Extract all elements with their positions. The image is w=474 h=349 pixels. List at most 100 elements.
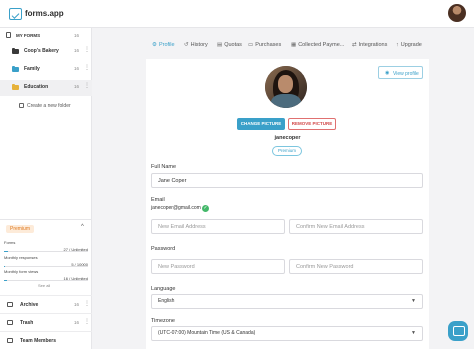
my-forms-count: 16 (74, 33, 80, 38)
verified-check-icon: ✓ (202, 205, 209, 212)
folder-count: 16 (74, 66, 80, 71)
sidebar-item-label: Trash (20, 320, 34, 326)
my-forms-header[interactable]: MY FORMS 16 (0, 28, 92, 42)
tab-integrations[interactable]: ⇄ Integrations (352, 36, 387, 56)
usage-name: Forms (4, 240, 16, 245)
tab-collected-payments[interactable]: ▦ Collected Payme... (291, 36, 344, 56)
upgrade-icon: ↑ (396, 42, 399, 48)
premium-badge: Premium (6, 225, 35, 233)
tab-upgrade[interactable]: ↑ Upgrade (396, 36, 422, 56)
timezone-value: (UTC-07:00) Mountain Time (US & Canada) (158, 330, 256, 336)
new-password-field[interactable] (151, 259, 285, 274)
integrations-icon: ⇄ (352, 42, 357, 48)
usage-bar (4, 280, 88, 281)
view-profile-button[interactable]: ◉ View profile (378, 66, 423, 79)
archive-icon (7, 302, 13, 307)
quotas-icon: ▤ (217, 42, 223, 48)
sidebar-folder-family[interactable]: Family 16 ⋮ (0, 62, 92, 78)
folder-count: 16 (74, 48, 80, 53)
chat-support-button[interactable] (448, 321, 468, 341)
view-profile-label: View profile (393, 70, 419, 77)
usage-forms: Forms 27 / Unlimited (4, 240, 88, 255)
more-options-icon[interactable]: ⋮ (84, 83, 90, 89)
usage-bar (4, 251, 88, 252)
tab-profile[interactable]: ⚙ Profile (152, 36, 175, 56)
more-options-icon[interactable]: ⋮ (84, 319, 90, 325)
payment-icon: ▦ (291, 42, 297, 48)
chevron-down-icon: ▼ (411, 298, 416, 304)
brand-name[interactable]: forms.app (25, 9, 64, 18)
language-label: Language (151, 286, 176, 292)
profile-panel: ◉ View profile CHANGE PICTURE REMOVE PIC… (146, 59, 429, 349)
settings-tabs: ⚙ Profile ↺ History ▤ Quotas ▭ Purchases ▦ Co… (146, 36, 429, 56)
add-folder-icon (19, 103, 24, 108)
usage-bar-fill (4, 280, 7, 281)
tab-label: Upgrade (400, 42, 422, 48)
confirm-email-field[interactable] (289, 219, 423, 234)
language-select[interactable]: English ▼ (151, 294, 423, 309)
sidebar-item-team-members[interactable]: Team Members (0, 331, 92, 349)
sidebar-folder-education[interactable]: Education 16 ⋮ (0, 80, 92, 96)
more-options-icon[interactable]: ⋮ (84, 301, 90, 307)
email-value: janecoper@gmail.com (151, 205, 201, 211)
usage-monthly-form-views: Monthly form views 16 / Unlimited (4, 269, 88, 284)
top-bar: forms.app (0, 0, 474, 28)
chevron-up-icon[interactable]: ^ (81, 224, 84, 230)
password-label: Password (151, 246, 176, 252)
sidebar-item-label: Archive (20, 302, 39, 308)
more-options-icon[interactable]: ⋮ (84, 47, 90, 53)
sidebar-folder-coops-bakery[interactable]: Coop's Bakery 16 ⋮ (0, 44, 92, 60)
more-options-icon[interactable]: ⋮ (84, 65, 90, 71)
new-email-field[interactable] (151, 219, 285, 234)
usage-bar-fill (4, 251, 9, 252)
forms-app-logo-icon[interactable] (9, 8, 22, 20)
sidebar-item-label: Team Members (20, 338, 57, 344)
folder-count: 16 (74, 84, 80, 89)
team-icon (7, 338, 13, 343)
sidebar: MY FORMS 16 Coop's Bakery 16 ⋮ Family 16… (0, 28, 92, 349)
create-folder-button[interactable]: Create a new folder (19, 103, 71, 109)
history-icon: ↺ (184, 42, 189, 48)
remove-picture-button[interactable]: REMOVE PICTURE (288, 118, 336, 130)
usage-name: Monthly form views (4, 269, 39, 274)
sidebar-item-count: 16 (74, 320, 80, 325)
profile-picture (265, 66, 307, 108)
tab-label: Quotas (224, 42, 242, 48)
confirm-password-field[interactable] (289, 259, 423, 274)
username: janecoper (274, 135, 301, 141)
folder-label: Coop's Bakery (24, 48, 59, 54)
tab-purchases[interactable]: ▭ Purchases (248, 36, 281, 56)
language-value: English (158, 298, 175, 304)
usage-monthly-responses: Monthly responses 5 / 10000 (4, 255, 88, 270)
chevron-down-icon: ▼ (411, 330, 416, 336)
full-name-field[interactable] (151, 173, 423, 188)
full-name-label: Full Name (151, 164, 177, 170)
folder-icon (12, 47, 19, 54)
sidebar-item-count: 16 (74, 302, 80, 307)
user-avatar[interactable] (448, 4, 466, 22)
sidebar-item-trash[interactable]: Trash 16 ⋮ (0, 313, 92, 331)
folder-label: Education (24, 84, 49, 90)
card-icon: ▭ (248, 42, 254, 48)
usage-bar-fill (4, 266, 5, 267)
tab-history[interactable]: ↺ History (184, 36, 208, 56)
change-picture-button[interactable]: CHANGE PICTURE (237, 118, 285, 130)
email-label: Email (151, 197, 165, 203)
tab-quotas[interactable]: ▤ Quotas (217, 36, 242, 56)
see-all-link[interactable]: See all (38, 283, 50, 288)
eye-icon: ◉ (385, 70, 390, 76)
usage-bar (4, 266, 88, 267)
profile-picture-body (271, 94, 301, 108)
plan-badge: Premium (272, 146, 302, 156)
tab-label: Profile (158, 42, 175, 48)
tab-label: Collected Payme... (298, 42, 345, 48)
profile-picture-face (278, 75, 293, 93)
usage-name: Monthly responses (4, 255, 38, 260)
timezone-select[interactable]: (UTC-07:00) Mountain Time (US & Canada) … (151, 326, 423, 341)
folder-label: Family (24, 66, 40, 72)
forms-icon (6, 32, 11, 38)
my-forms-label: MY FORMS (16, 33, 41, 38)
trash-icon (7, 320, 13, 325)
sidebar-item-archive[interactable]: Archive 16 ⋮ (0, 295, 92, 313)
create-folder-label: Create a new folder (27, 103, 71, 109)
